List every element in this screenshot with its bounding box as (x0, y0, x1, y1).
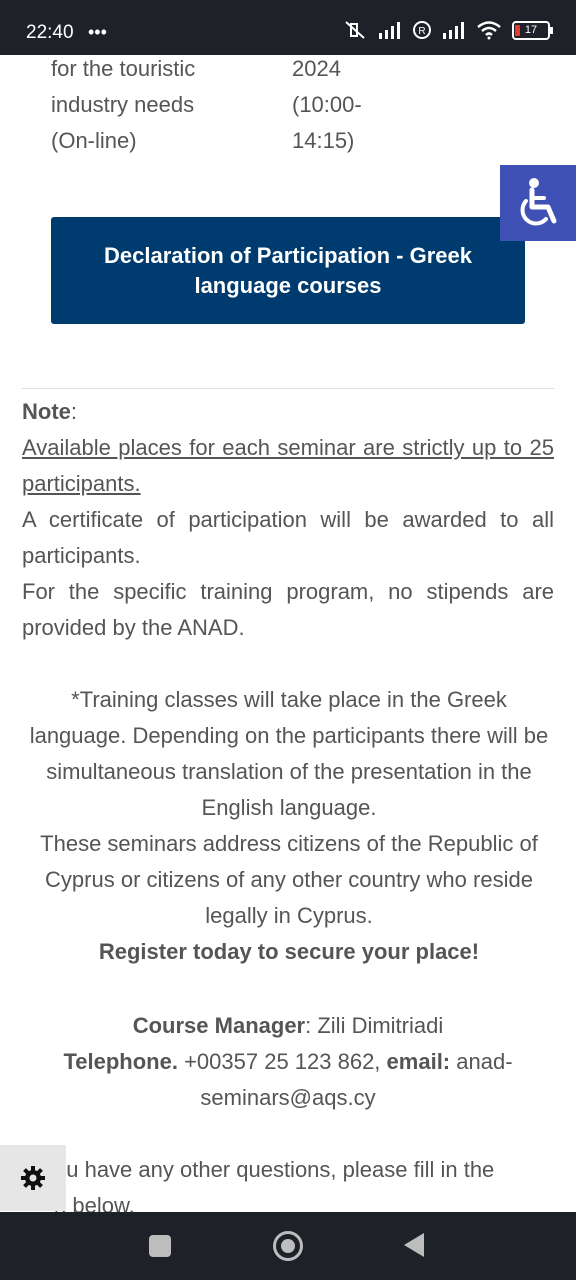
status-time: 22:40 (26, 22, 74, 43)
questions-line-1: ou have any other questions, please fill… (54, 1157, 495, 1182)
roaming-icon: R (413, 21, 431, 39)
page-content: for the touristic industry needs (On-lin… (0, 55, 576, 1212)
recent-apps-button[interactable] (149, 1235, 171, 1257)
note-colon: : (70, 399, 78, 424)
course-date-line: (10:00- (292, 92, 362, 117)
status-bar: 22:40 ••• R 17 (0, 0, 576, 55)
certificate-text: A certificate of participation will be a… (22, 507, 554, 568)
battery-indicator: 17 (512, 20, 553, 40)
course-title-cell: for the touristic industry needs (On-lin… (51, 55, 271, 159)
course-date-line: 14:15) (292, 128, 355, 153)
questions-text: ou have any other questions, please fill… (54, 1152, 554, 1212)
signal-icon (379, 22, 400, 39)
course-date-cell: 2024 (10:00- 14:15) (292, 55, 392, 159)
wifi-icon (477, 21, 501, 40)
telephone-label: Telephone. (63, 1049, 178, 1074)
course-date-line: 2024 (292, 56, 341, 81)
email-label: email: (386, 1049, 451, 1074)
back-button[interactable] (404, 1233, 424, 1257)
contact-section: Course Manager: Zili Dimitriadi Telephon… (36, 1008, 540, 1116)
status-icons: R 17 (342, 20, 553, 40)
settings-button[interactable] (0, 1145, 66, 1211)
note-section: Note: Available places for each seminar … (22, 394, 554, 646)
section-divider (22, 388, 554, 389)
mute-vibrate-icon (345, 21, 365, 39)
accessibility-button[interactable] (500, 165, 576, 241)
note-heading: Note: (22, 394, 554, 430)
note-label: Note (22, 399, 71, 424)
svg-text:R: R (418, 26, 425, 37)
register-call-to-action: Register today to secure your place! (98, 939, 480, 964)
course-title-line: (On-line) (51, 128, 137, 153)
home-button[interactable] (273, 1231, 303, 1261)
contact-line: Telephone. +00357 25 123 862, email: ana… (36, 1044, 540, 1116)
citizens-info-text: These seminars address citizens of the R… (40, 831, 538, 928)
questions-line-2: n below. (54, 1193, 135, 1212)
places-limit-text: Available places for each seminar are st… (22, 435, 554, 496)
course-title-line: for the touristic (51, 56, 196, 81)
telephone-value: +00357 25 123 862, (177, 1049, 387, 1074)
declaration-of-participation-button[interactable]: Declaration of Participation - Greek lan… (51, 217, 525, 324)
gear-icon (21, 1166, 45, 1190)
manager-name: : Zili Dimitriadi (305, 1013, 444, 1038)
course-title-line: industry needs (51, 92, 195, 117)
manager-label: Course Manager (132, 1013, 306, 1038)
navigation-bar (0, 1212, 576, 1280)
course-manager-line: Course Manager: Zili Dimitriadi (36, 1008, 540, 1044)
language-info-text: *Training classes will take place in the… (29, 687, 549, 820)
notification-icons: ••• (88, 22, 107, 42)
stipends-text: For the specific training program, no st… (22, 579, 554, 640)
signal-icon-2 (443, 22, 464, 39)
info-section: *Training classes will take place in the… (24, 682, 554, 970)
wheelchair-icon (520, 178, 557, 226)
